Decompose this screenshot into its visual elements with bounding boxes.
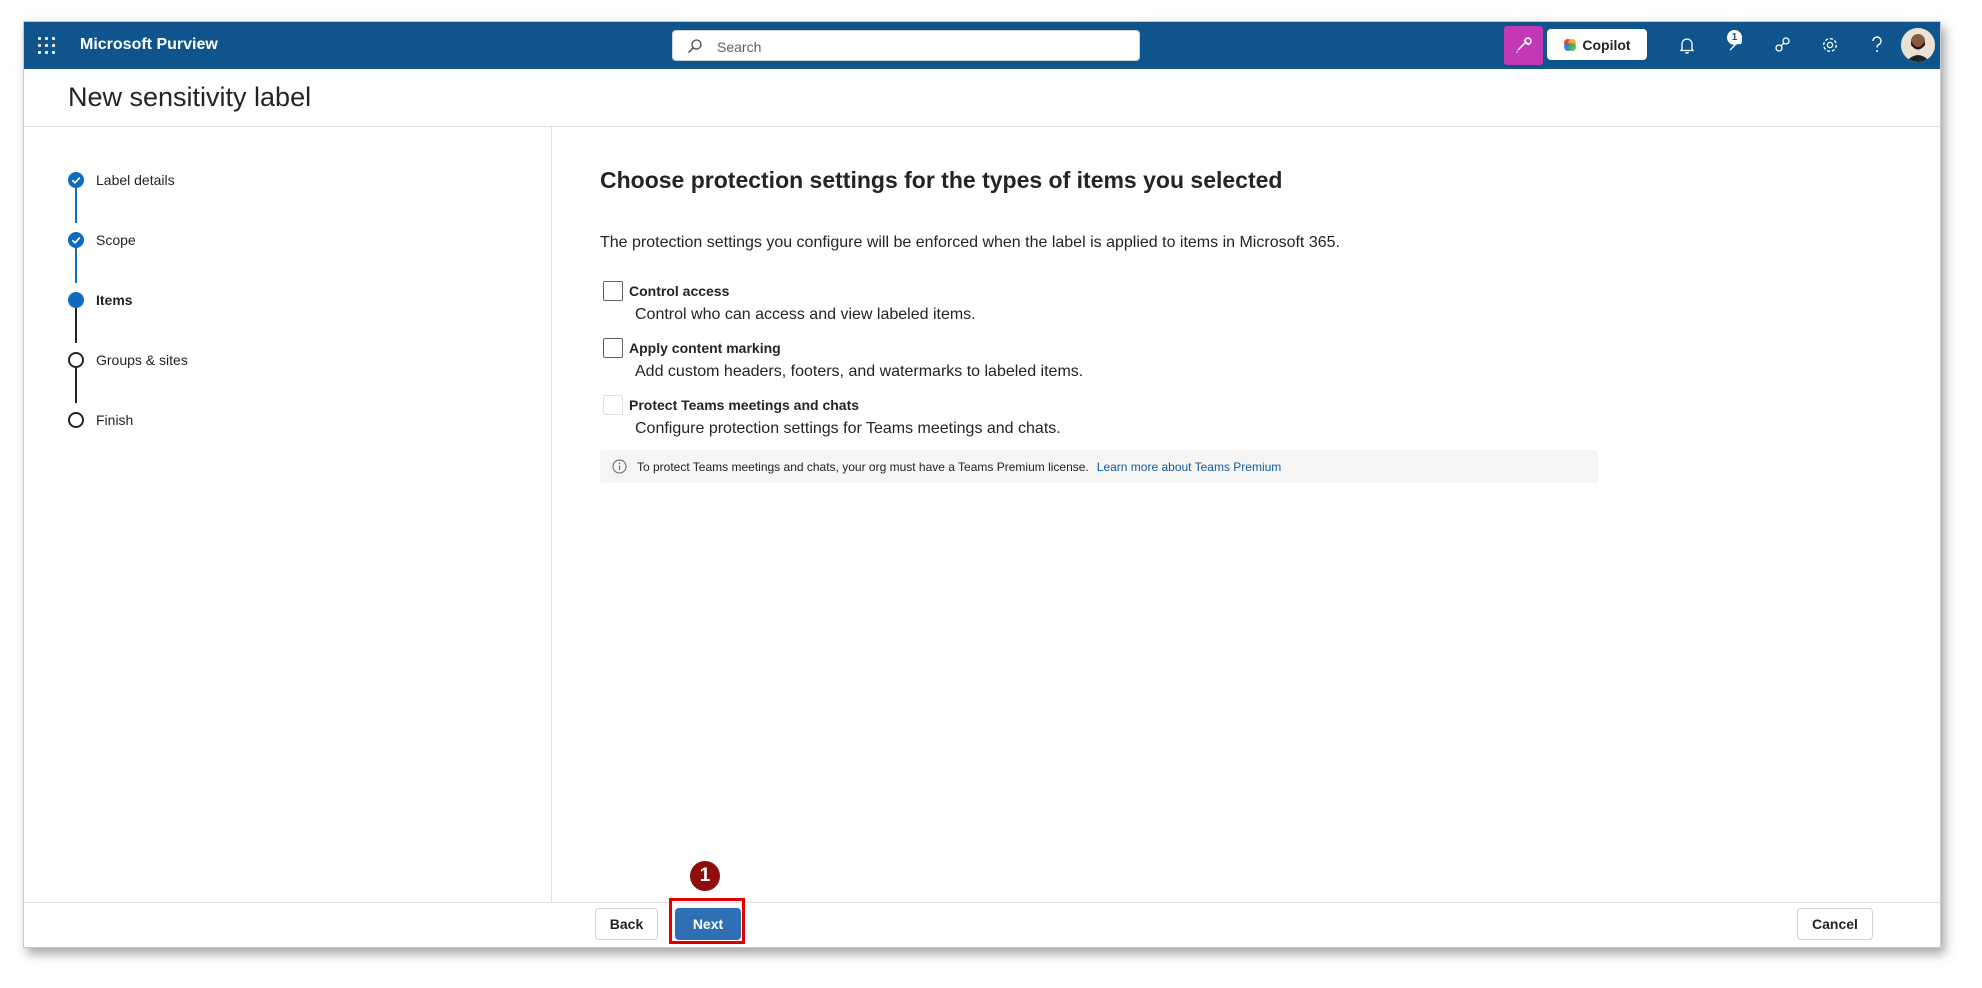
step-label: Label details [96, 172, 175, 188]
teams-premium-link[interactable]: Learn more about Teams Premium [1097, 460, 1282, 474]
option-description: Control who can access and view labeled … [635, 306, 976, 323]
step-number-marker: 1 [690, 861, 720, 891]
pending-step-icon [68, 352, 84, 368]
step-label: Groups & sites [96, 352, 188, 368]
option-title: Apply content marking [629, 340, 781, 356]
checkmark-icon [68, 232, 84, 248]
option-description: Configure protection settings for Teams … [635, 420, 1061, 437]
gear-icon[interactable] [1819, 34, 1841, 56]
search-icon [688, 39, 702, 53]
copilot-studio-button[interactable] [1504, 26, 1543, 65]
step-items[interactable]: Items [68, 290, 133, 310]
teams-protection-option[interactable]: Protect Teams meetings and chats [603, 395, 859, 415]
search-input[interactable] [715, 35, 1119, 59]
copilot-button[interactable]: Copilot [1547, 29, 1647, 60]
sidebar-divider [551, 127, 552, 903]
step-label: Scope [96, 232, 136, 248]
section-title: Choose protection settings for the types… [600, 167, 1283, 193]
option-description: Add custom headers, footers, and waterma… [635, 363, 1084, 380]
pending-step-icon [68, 412, 84, 428]
option-title: Control access [629, 283, 730, 299]
footer-divider [24, 902, 1940, 903]
checkmark-icon [68, 172, 84, 188]
page-title: New sensitivity label [68, 82, 312, 112]
current-step-icon [68, 292, 84, 308]
help-icon[interactable] [1866, 34, 1888, 56]
step-label-details[interactable]: Label details [68, 170, 175, 190]
info-message-text: To protect Teams meetings and chats, you… [637, 459, 1089, 474]
bell-icon[interactable] [1676, 34, 1698, 56]
sparkle-brush-icon [1516, 37, 1532, 53]
next-button-highlight [669, 898, 745, 944]
teams-protection-checkbox[interactable] [603, 395, 623, 415]
app-title[interactable]: Microsoft Purview [80, 36, 218, 54]
copilot-label: Copilot [1582, 36, 1631, 53]
option-title: Protect Teams meetings and chats [629, 397, 860, 413]
step-label: Finish [96, 412, 134, 428]
step-scope[interactable]: Scope [68, 230, 136, 250]
app-launcher-icon[interactable] [38, 37, 56, 55]
step-groups-sites[interactable]: Groups & sites [68, 350, 188, 370]
search-box[interactable] [672, 30, 1140, 61]
info-message-bar: To protect Teams meetings and chats, you… [600, 450, 1598, 483]
step-label: Items [96, 292, 133, 308]
back-button[interactable]: Back [595, 908, 658, 940]
control-access-option[interactable]: Control access [603, 281, 729, 301]
avatar[interactable] [1901, 28, 1935, 62]
header-divider [24, 126, 1940, 127]
content-marking-checkbox[interactable] [603, 338, 623, 358]
app-window: Microsoft Purview Copilot [23, 21, 1941, 948]
info-icon [612, 459, 627, 474]
notification-badge: 1 [1727, 30, 1742, 45]
content-marking-option[interactable]: Apply content marking [603, 338, 781, 358]
control-access-checkbox[interactable] [603, 281, 623, 301]
section-description: The protection settings you configure wi… [600, 234, 1340, 251]
copilot-icon [1564, 38, 1577, 51]
top-bar: Microsoft Purview Copilot [24, 22, 1940, 69]
step-finish[interactable]: Finish [68, 410, 133, 430]
connections-icon[interactable] [1772, 34, 1794, 56]
cancel-button[interactable]: Cancel [1797, 908, 1873, 940]
